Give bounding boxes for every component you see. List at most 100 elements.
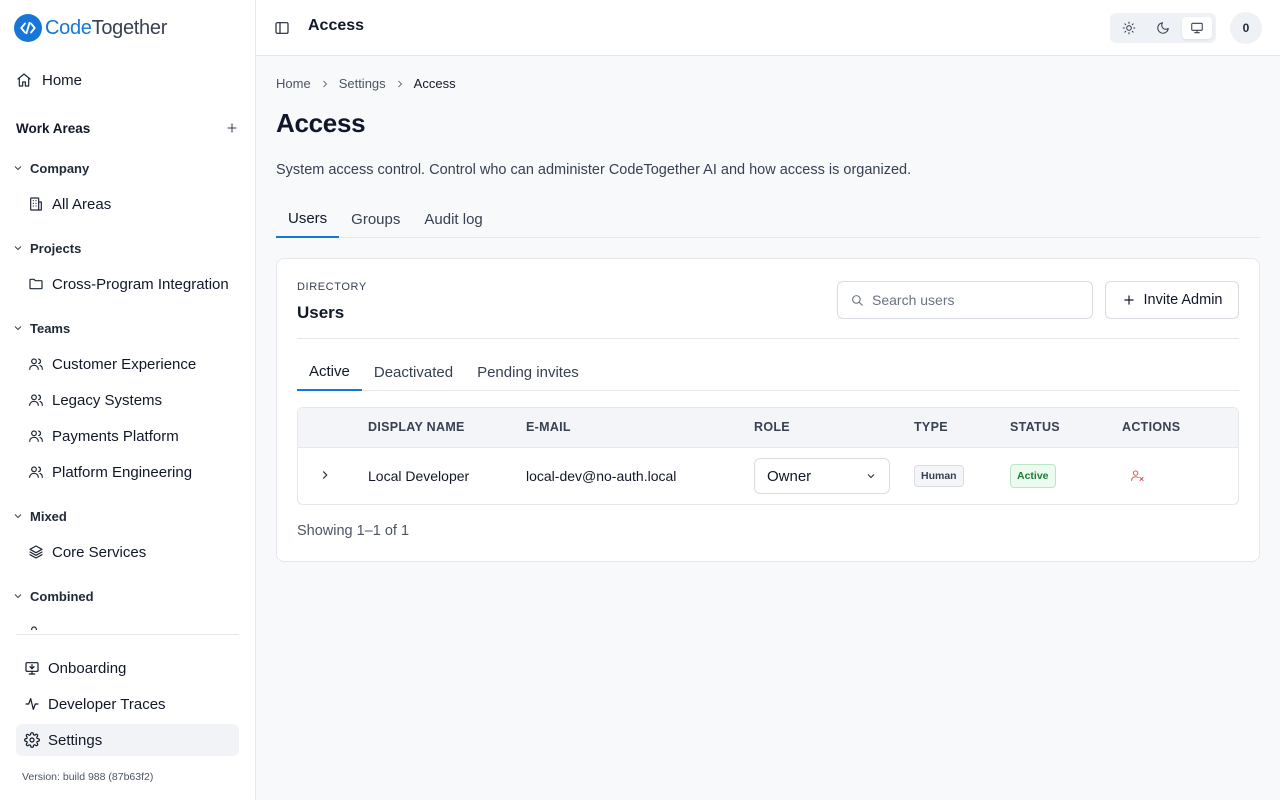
work-areas-title: Work Areas (16, 120, 91, 136)
search-icon (850, 293, 864, 307)
sidebar-item-customer-experience[interactable]: Customer Experience (28, 348, 196, 380)
column-email: E-MAIL (526, 420, 571, 434)
work-areas-header: Work Areas (16, 114, 239, 142)
theme-switcher (1110, 13, 1216, 43)
tab-users[interactable]: Users (276, 200, 340, 238)
home-icon (16, 72, 32, 88)
sidebar-item-settings[interactable]: Settings (16, 724, 239, 756)
sidebar-item-core-services[interactable]: Core Services (28, 536, 146, 568)
sidebar-item-partially-hidden[interactable] (28, 616, 44, 630)
monitor-download-icon (24, 660, 40, 676)
subtab-deactivated[interactable]: Deactivated (362, 353, 465, 391)
user-avatar[interactable]: 0 (1230, 12, 1262, 44)
status-badge: Active (1010, 464, 1056, 488)
expand-row-chevron-icon[interactable] (318, 468, 336, 486)
breadcrumb-settings[interactable]: Settings (339, 76, 386, 91)
subtab-active[interactable]: Active (297, 353, 362, 391)
users-icon (28, 356, 44, 372)
breadcrumb-current: Access (413, 76, 456, 91)
sidebar-item-cross-program-integration[interactable]: Cross-Program Integration (28, 268, 229, 300)
codetogether-logo[interactable]: CodeTogether (14, 14, 167, 42)
group-teams[interactable]: Teams (12, 316, 70, 340)
breadcrumb-home[interactable]: Home (276, 76, 311, 91)
system-theme-button[interactable] (1182, 17, 1212, 39)
sidebar: CodeTogether Home Work Areas Company All… (0, 0, 256, 800)
type-badge: Human (914, 465, 964, 487)
chevron-down-icon (12, 510, 24, 522)
sidebar-item-onboarding[interactable]: Onboarding (16, 652, 239, 684)
invite-admin-label: Invite Admin (1143, 292, 1223, 308)
sidebar-item-label: Developer Traces (48, 695, 166, 713)
search-users-input[interactable] (872, 292, 1072, 308)
cell-display-name: Local Developer (368, 468, 470, 484)
breadcrumb: Home Settings Access (276, 76, 456, 91)
column-type: TYPE (914, 420, 948, 434)
building-icon (28, 196, 44, 212)
column-role: ROLE (754, 420, 790, 434)
chevron-down-icon (12, 590, 24, 602)
sidebar-toggle-icon[interactable] (274, 20, 290, 36)
sidebar-nav[interactable]: Home Work Areas Company All Areas Projec… (0, 62, 255, 630)
tab-audit-log[interactable]: Audit log (412, 200, 494, 238)
sidebar-item-platform-engineering[interactable]: Platform Engineering (28, 456, 192, 488)
role-select[interactable]: Owner (754, 458, 890, 494)
sidebar-item-label: Core Services (52, 543, 147, 561)
group-label: Mixed (30, 508, 67, 524)
card-eyebrow: DIRECTORY (297, 281, 367, 293)
sidebar-item-label: Payments Platform (52, 427, 179, 445)
logo-text-together: Together (91, 16, 168, 39)
dark-theme-button[interactable] (1148, 17, 1178, 39)
group-company[interactable]: Company (12, 156, 89, 180)
sidebar-item-label: All Areas (52, 195, 112, 213)
search-users-field (837, 281, 1093, 319)
logo-text-code: Code (45, 16, 92, 39)
users-icon (28, 428, 44, 444)
sidebar-item-legacy-systems[interactable]: Legacy Systems (28, 384, 162, 416)
chevron-down-icon (865, 470, 877, 482)
group-mixed[interactable]: Mixed (12, 504, 67, 528)
tab-groups[interactable]: Groups (339, 200, 412, 238)
sidebar-item-all-areas[interactable]: All Areas (28, 188, 111, 220)
light-theme-button[interactable] (1114, 17, 1144, 39)
chevron-right-icon (319, 78, 331, 90)
invite-admin-button[interactable]: Invite Admin (1105, 281, 1239, 319)
card-title: Users (297, 303, 345, 322)
folder-icon (28, 276, 44, 292)
deactivate-user-icon[interactable] (1130, 468, 1148, 486)
column-status: STATUS (1010, 420, 1060, 434)
group-combined[interactable]: Combined (12, 584, 94, 608)
cell-email: local-dev@no-auth.local (526, 468, 677, 484)
users-directory-card: DIRECTORY Users Invite Admin Active Deac… (276, 258, 1260, 562)
add-work-area-icon[interactable] (225, 121, 239, 135)
sidebar-item-label: Platform Engineering (52, 463, 193, 481)
plus-icon (1122, 293, 1136, 307)
version-label: Version: build 988 (87b63f2) (22, 771, 154, 783)
role-select-value: Owner (767, 467, 812, 485)
users-icon (28, 624, 44, 630)
group-label: Teams (30, 320, 71, 336)
users-icon (28, 464, 44, 480)
sidebar-item-developer-traces[interactable]: Developer Traces (16, 688, 239, 720)
page-description: System access control. Control who can a… (276, 162, 912, 178)
group-label: Projects (30, 240, 82, 256)
users-table: DISPLAY NAME E-MAIL ROLE TYPE STATUS ACT… (297, 407, 1239, 505)
activity-icon (24, 696, 40, 712)
column-actions: ACTIONS (1122, 420, 1181, 434)
sidebar-item-label: Home (42, 71, 83, 89)
table-row: Local Developer local-dev@no-auth.local … (298, 448, 1238, 504)
users-icon (28, 392, 44, 408)
code-brackets-icon (14, 14, 42, 42)
page-title: Access (276, 108, 366, 138)
pagination-summary: Showing 1–1 of 1 (297, 523, 410, 539)
group-projects[interactable]: Projects (12, 236, 81, 260)
sidebar-item-label: Customer Experience (52, 355, 197, 373)
sidebar-item-payments-platform[interactable]: Payments Platform (28, 420, 179, 452)
logo-text: CodeTogether (45, 17, 167, 40)
sidebar-item-home[interactable]: Home (16, 64, 82, 96)
chevron-right-icon (394, 78, 406, 90)
monitor-icon (1190, 21, 1204, 35)
table-header: DISPLAY NAME E-MAIL ROLE TYPE STATUS ACT… (298, 408, 1238, 448)
subtab-pending-invites[interactable]: Pending invites (465, 353, 591, 391)
sidebar-item-label: Settings (48, 731, 103, 749)
moon-icon (1156, 21, 1170, 35)
